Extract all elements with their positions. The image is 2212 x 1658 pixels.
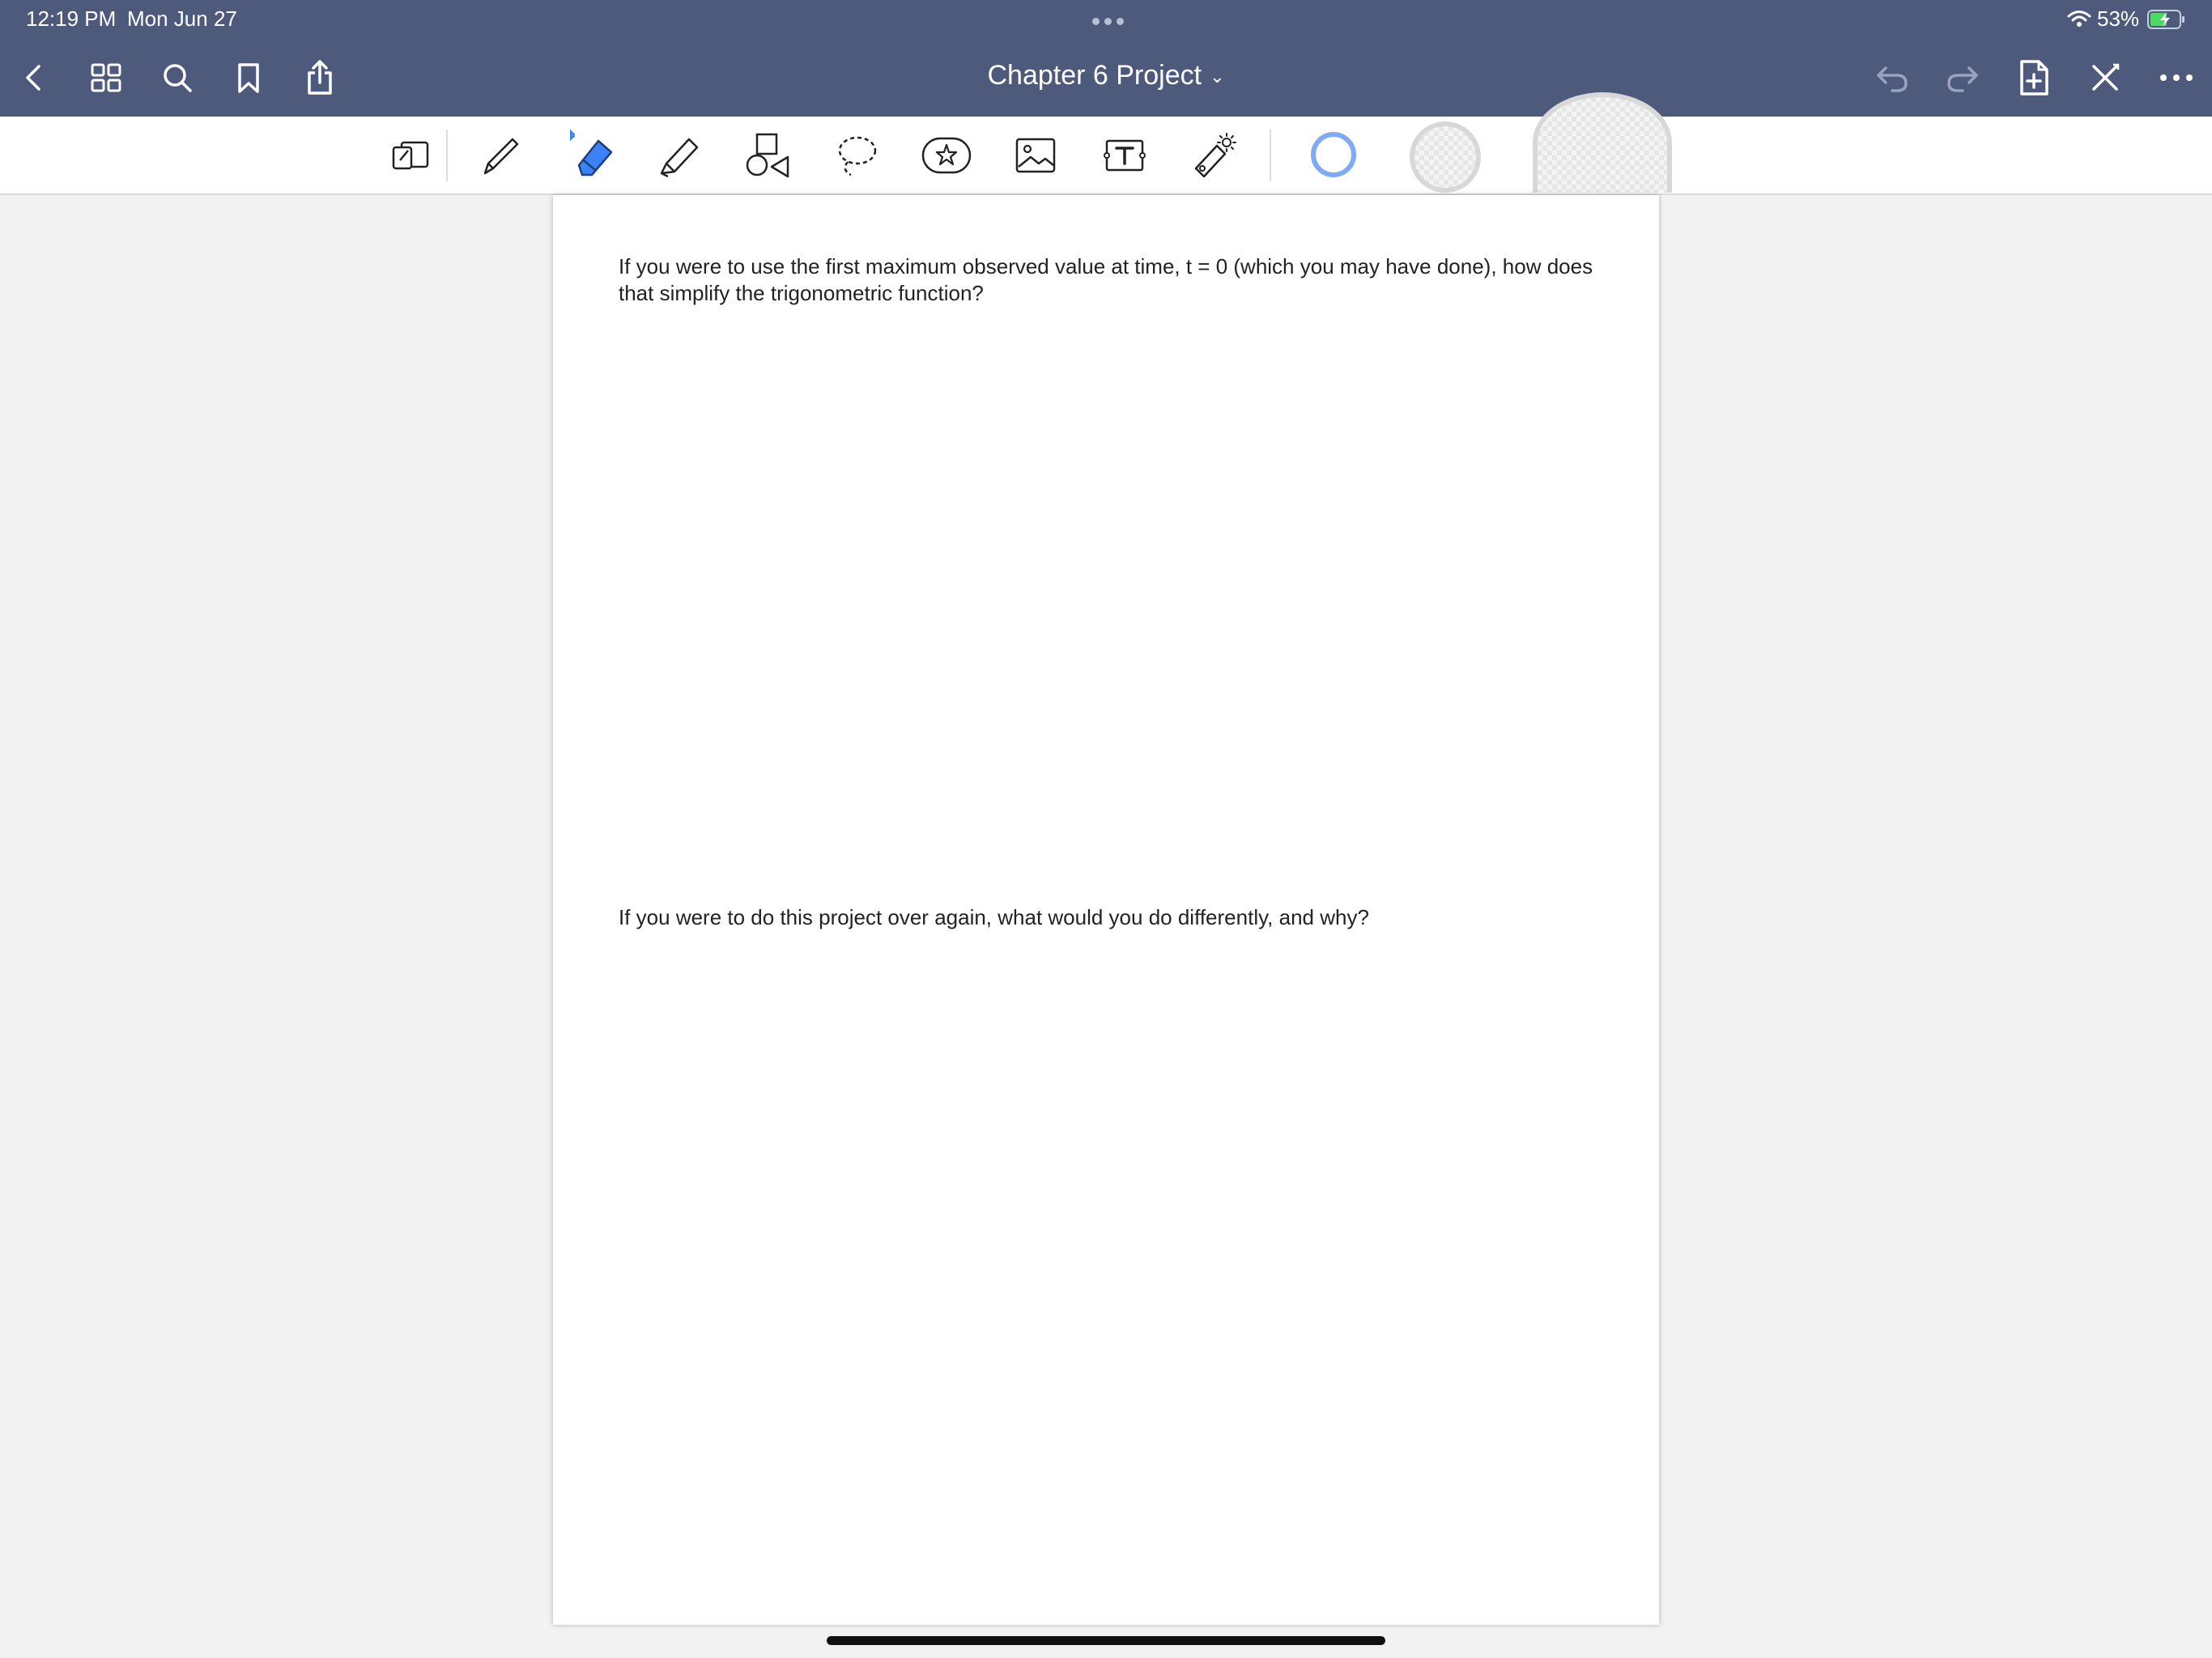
color-swatch-transparent[interactable] bbox=[1410, 121, 1481, 193]
pen-icon[interactable] bbox=[472, 126, 530, 185]
wifi-icon bbox=[2067, 11, 2091, 27]
color-swatch-transparent-large[interactable] bbox=[1533, 92, 1672, 193]
sticker-icon[interactable] bbox=[917, 126, 976, 185]
toolbar-divider bbox=[446, 130, 448, 181]
status-bar: 12:19 PM Mon Jun 27 53% bbox=[0, 0, 2212, 39]
laser-pointer-icon[interactable] bbox=[1185, 126, 1243, 185]
status-time: 12:19 PM bbox=[26, 6, 117, 31]
read-only-mode-icon[interactable] bbox=[382, 126, 440, 185]
drawing-toolbar bbox=[0, 92, 2212, 195]
shapes-icon[interactable] bbox=[739, 126, 798, 185]
color-swatch-blue[interactable] bbox=[1311, 132, 1356, 177]
undo-icon[interactable] bbox=[1871, 57, 1913, 99]
battery-charging-icon bbox=[2147, 10, 2184, 29]
more-icon[interactable] bbox=[2155, 57, 2197, 99]
add-page-icon[interactable] bbox=[2013, 57, 2055, 99]
toolbar-divider bbox=[1270, 130, 1271, 181]
status-date: Mon Jun 27 bbox=[127, 6, 237, 31]
redo-icon[interactable] bbox=[1942, 57, 1984, 99]
chevron-down-icon: ⌄ bbox=[1210, 66, 1225, 87]
multitasking-dots-icon[interactable] bbox=[1090, 15, 1126, 29]
document-page[interactable]: If you were to use the first maximum obs… bbox=[553, 195, 1659, 1625]
question-text: If you were to use the first maximum obs… bbox=[619, 254, 1593, 305]
image-icon[interactable] bbox=[1006, 126, 1065, 185]
close-icon[interactable] bbox=[2084, 57, 2126, 99]
eraser-icon[interactable] bbox=[561, 126, 619, 185]
nav-bar: Chapter 6 Project ⌄ bbox=[0, 39, 2212, 117]
text-box-icon[interactable] bbox=[1095, 126, 1154, 185]
document-title-text: Chapter 6 Project bbox=[987, 60, 1202, 91]
battery-percent: 53% bbox=[2097, 6, 2140, 31]
highlighter-icon[interactable] bbox=[650, 126, 708, 185]
home-indicator[interactable] bbox=[827, 1636, 1385, 1645]
question-text: If you were to do this project over agai… bbox=[619, 905, 1369, 929]
lasso-icon[interactable] bbox=[828, 126, 887, 185]
